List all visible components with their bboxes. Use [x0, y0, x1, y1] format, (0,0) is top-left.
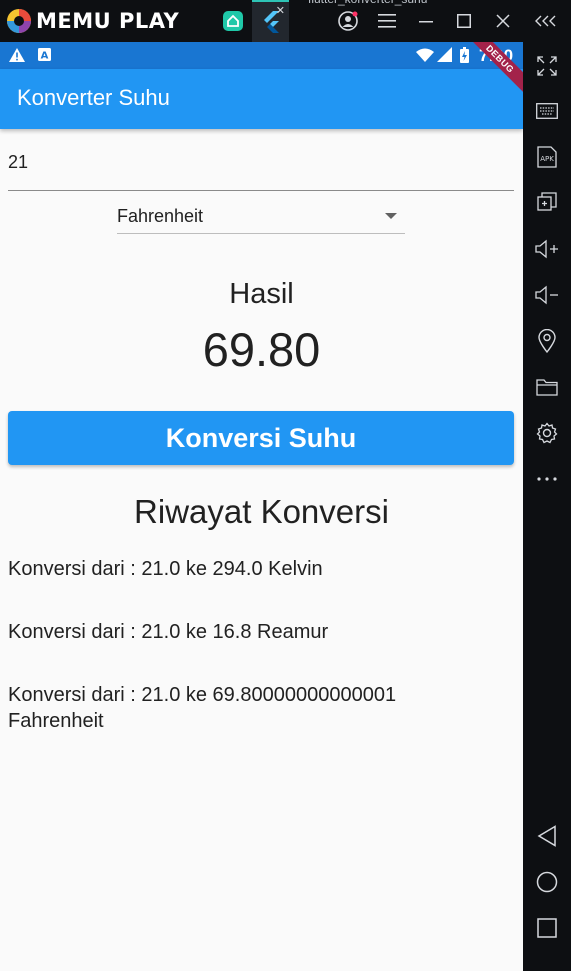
volume-down-button[interactable]	[523, 278, 571, 312]
wifi-icon	[416, 48, 434, 62]
keyboard-a-icon: A	[38, 48, 51, 61]
hamburger-menu-icon	[378, 14, 396, 28]
memu-logo-icon	[7, 9, 31, 33]
history-item: Konversi dari : 21.0 ke 294.0 Kelvin	[8, 558, 323, 580]
warning-icon	[9, 48, 25, 62]
gear-icon	[536, 422, 558, 444]
nav-home-button[interactable]	[523, 865, 571, 899]
app-title: Konverter Suhu	[17, 85, 170, 110]
battery-charging-icon	[460, 47, 469, 63]
dropdown-arrow-icon	[385, 213, 397, 219]
keyboard-icon	[536, 103, 558, 119]
unit-dropdown[interactable]: Fahrenheit	[117, 199, 405, 234]
keyboard-button[interactable]	[523, 94, 571, 128]
recents-square-icon	[537, 918, 557, 938]
minimize-icon	[419, 21, 433, 23]
history-item: Konversi dari : 21.0 ke 69.8000000000000…	[8, 684, 397, 732]
history-item: Konversi dari : 21.0 ke 16.8 Reamur	[8, 621, 329, 643]
emulator-title-bar: MEMU PLAY ✕ flutter_konverter_suhu	[0, 0, 571, 42]
more-options-button[interactable]	[523, 462, 571, 496]
close-window-button[interactable]	[485, 0, 521, 42]
signal-icon	[437, 47, 452, 62]
triple-chevron-left-icon	[535, 15, 556, 27]
svg-text:A: A	[41, 51, 49, 62]
multi-instance-button[interactable]	[523, 185, 571, 219]
fullscreen-icon	[537, 56, 557, 76]
account-icon	[338, 11, 358, 31]
android-screen: A 7:00 Konverter Suhu DEBUG Fahrenheit H…	[0, 42, 523, 971]
multi-window-icon	[537, 192, 557, 211]
apk-install-button[interactable]: APK	[523, 140, 571, 174]
emulator-window: MEMU PLAY ✕ flutter_konverter_suhu	[0, 0, 571, 971]
history-title: Riwayat Konversi	[134, 493, 389, 530]
apk-icon: APK	[537, 146, 557, 168]
collapse-sidebar-button[interactable]	[529, 0, 565, 42]
settings-button[interactable]	[523, 416, 571, 450]
nav-back-button[interactable]	[523, 819, 571, 853]
more-dots-icon	[537, 477, 557, 481]
unit-dropdown-value: Fahrenheit	[117, 206, 204, 226]
svg-text:APK: APK	[540, 155, 554, 163]
memu-logo-text: MEMU PLAY	[36, 9, 180, 33]
nav-recents-button[interactable]	[523, 911, 571, 945]
volume-up-icon	[535, 239, 558, 259]
emulator-sidebar: APK	[523, 42, 571, 971]
close-icon	[496, 14, 510, 28]
tab-flutter-app[interactable]: ✕	[252, 0, 289, 42]
convert-button[interactable]: Konversi Suhu	[8, 411, 514, 465]
maximize-button[interactable]	[446, 0, 482, 42]
result-label: Hasil	[229, 278, 294, 310]
location-pin-icon	[538, 329, 556, 353]
tab-android-home[interactable]	[220, 0, 246, 42]
result-value: 69.80	[202, 323, 321, 376]
location-button[interactable]	[523, 324, 571, 358]
convert-button-label: Konversi Suhu	[165, 422, 357, 453]
shared-folder-button[interactable]	[523, 370, 571, 404]
volume-up-button[interactable]	[523, 232, 571, 266]
temperature-input-field[interactable]	[8, 140, 514, 191]
android-home-icon	[223, 11, 243, 31]
android-status-bar: A 7:00	[0, 42, 523, 69]
fullscreen-button[interactable]	[523, 49, 571, 83]
menu-button[interactable]	[369, 0, 405, 42]
tab-close-icon[interactable]: ✕	[276, 4, 285, 17]
minimize-button[interactable]	[408, 0, 444, 42]
temperature-input[interactable]	[8, 152, 488, 173]
back-triangle-icon	[537, 825, 556, 847]
app-bar: Konverter Suhu	[0, 69, 523, 129]
memu-logo: MEMU PLAY	[6, 0, 179, 42]
folder-icon	[536, 379, 558, 396]
volume-down-icon	[535, 285, 558, 305]
home-circle-icon	[536, 871, 558, 893]
maximize-icon	[457, 14, 471, 28]
account-button[interactable]	[330, 0, 366, 42]
